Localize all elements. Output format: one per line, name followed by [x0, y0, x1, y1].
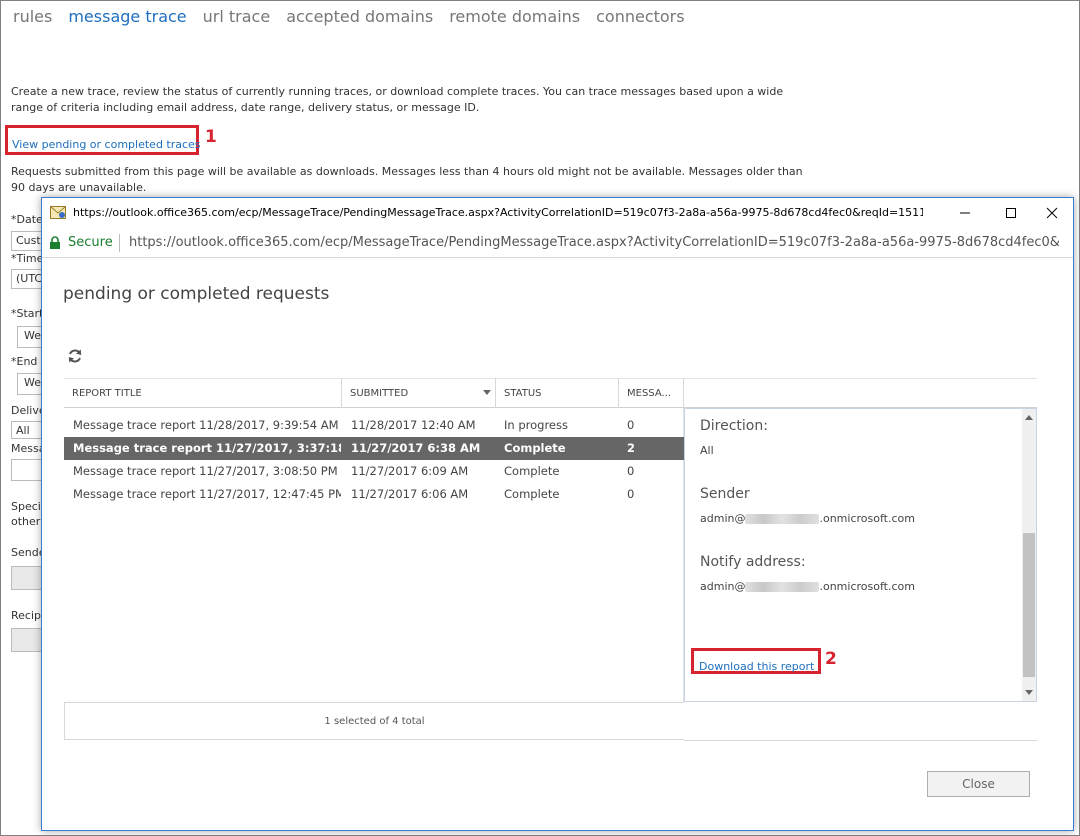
- address-bar[interactable]: Secure https://outlook.office365.com/ecp…: [42, 228, 1073, 258]
- recipient-input[interactable]: [11, 628, 45, 652]
- table-row[interactable]: Message trace report 11/27/2017, 3:08:50…: [64, 460, 684, 483]
- col-status[interactable]: STATUS: [496, 379, 619, 408]
- details-pane: Direction: All Sender admin@ .onmicrosoft…: [684, 408, 1037, 702]
- mail-icon: [50, 206, 66, 219]
- time-zone-select[interactable]: (UTC: [11, 269, 45, 289]
- row-title: Message trace report 11/27/2017, 3:08:50…: [73, 464, 338, 478]
- step-1-badge: 1: [205, 127, 217, 147]
- redacted-blur: [745, 514, 820, 524]
- notify-address-value: admin@ .onmicrosoft.com: [700, 580, 915, 593]
- message-id-input[interactable]: [11, 459, 45, 481]
- page-frame: rules message trace url trace accepted d…: [0, 0, 1080, 836]
- row-messages: 0: [627, 487, 635, 501]
- row-status: In progress: [504, 418, 568, 432]
- row-title: Message trace report 11/28/2017, 9:39:54…: [73, 418, 339, 432]
- col-submitted[interactable]: SUBMITTED: [342, 379, 496, 408]
- tab-rules[interactable]: rules: [13, 7, 52, 26]
- requests-note: Requests submitted from this page will b…: [11, 165, 803, 194]
- row-submitted: 11/27/2017 6:06 AM: [351, 487, 469, 501]
- page-description: Create a new trace, review the status of…: [11, 85, 784, 114]
- download-callout: Download this report: [691, 648, 821, 674]
- sort-arrow-icon: [483, 390, 491, 395]
- table-row-selected[interactable]: Message trace report 11/27/2017, 3:37:18…: [64, 437, 684, 460]
- selection-footer: 1 selected of 4 total: [64, 702, 684, 740]
- window-close-button[interactable]: [1029, 198, 1075, 228]
- delivery-status-label: Delive: [11, 404, 41, 417]
- direction-value: All: [700, 444, 714, 457]
- notify-suffix: .onmicrosoft.com: [819, 580, 915, 593]
- view-pending-traces-link[interactable]: View pending or completed traces: [12, 138, 201, 151]
- scroll-up-icon[interactable]: [1025, 415, 1033, 420]
- row-submitted: 11/28/2017 12:40 AM: [351, 418, 476, 432]
- top-nav: rules message trace url trace accepted d…: [13, 7, 685, 26]
- address-url[interactable]: https://outlook.office365.com/ecp/Messag…: [129, 235, 1059, 250]
- time-zone-label: *Time: [11, 252, 41, 265]
- view-traces-callout: View pending or completed traces: [5, 125, 201, 155]
- other-label: other: [11, 515, 41, 528]
- lock-icon: [50, 236, 60, 249]
- start-date-label: *Start: [11, 307, 41, 320]
- sender-label: Sender: [700, 486, 750, 502]
- row-status: Complete: [504, 487, 560, 501]
- tab-url-trace[interactable]: url trace: [203, 7, 271, 26]
- row-status: Complete: [504, 464, 560, 478]
- delivery-status-select[interactable]: All: [11, 421, 45, 439]
- row-title: Message trace report 11/27/2017, 12:47:4…: [73, 487, 341, 501]
- message-id-label: Messa: [11, 442, 41, 455]
- footer-divider: [684, 740, 1037, 741]
- tab-accepted-domains[interactable]: accepted domains: [286, 7, 433, 26]
- row-submitted: 11/27/2017 6:09 AM: [351, 464, 469, 478]
- col-report-title[interactable]: REPORT TITLE: [64, 379, 342, 408]
- table-row[interactable]: Message trace report 11/27/2017, 12:47:4…: [64, 483, 684, 506]
- details-scrollbar[interactable]: [1022, 409, 1036, 701]
- sender-prefix: admin@: [700, 512, 746, 525]
- direction-label: Direction:: [700, 418, 768, 434]
- minimize-button[interactable]: [942, 198, 988, 228]
- trace-list: Message trace report 11/28/2017, 9:39:54…: [64, 414, 684, 506]
- address-separator: [119, 234, 120, 252]
- date-range-label: *Date: [11, 213, 41, 226]
- secure-label: Secure: [68, 235, 113, 250]
- notify-prefix: admin@: [700, 580, 746, 593]
- row-title: Message trace report 11/27/2017, 3:37:18…: [73, 441, 341, 455]
- row-messages: 2: [627, 441, 636, 455]
- col-submitted-label: SUBMITTED: [350, 388, 409, 399]
- tab-message-trace[interactable]: message trace: [68, 7, 186, 26]
- col-messages[interactable]: MESSA...: [619, 379, 684, 408]
- close-button[interactable]: Close: [927, 771, 1030, 797]
- row-submitted: 11/27/2017 6:38 AM: [351, 441, 481, 455]
- table-header: REPORT TITLE SUBMITTED STATUS MESSA...: [64, 378, 1037, 408]
- scroll-thumb[interactable]: [1023, 533, 1035, 677]
- notify-address-label: Notify address:: [700, 554, 806, 570]
- sender-suffix: .onmicrosoft.com: [819, 512, 915, 525]
- sender-value: admin@ .onmicrosoft.com: [700, 512, 915, 525]
- row-messages: 0: [627, 464, 635, 478]
- window-titlebar[interactable]: https://outlook.office365.com/ecp/Messag…: [42, 198, 1073, 228]
- redacted-blur: [745, 582, 820, 592]
- tab-connectors[interactable]: connectors: [596, 7, 684, 26]
- window-title: https://outlook.office365.com/ecp/Messag…: [73, 206, 923, 219]
- download-report-link[interactable]: Download this report: [699, 660, 814, 673]
- date-range-select[interactable]: Custo: [11, 231, 45, 251]
- maximize-icon: [1006, 208, 1016, 218]
- step-2-badge: 2: [825, 649, 837, 669]
- refresh-icon[interactable]: [67, 348, 83, 364]
- end-date-label: *End d: [11, 355, 41, 368]
- minimize-icon: [960, 212, 970, 214]
- sender-input[interactable]: [11, 566, 45, 590]
- specify-label: Specif: [11, 500, 41, 513]
- scroll-down-icon[interactable]: [1025, 690, 1033, 695]
- tab-remote-domains[interactable]: remote domains: [449, 7, 580, 26]
- maximize-button[interactable]: [988, 198, 1034, 228]
- row-messages: 0: [627, 418, 635, 432]
- sender-label: Sende: [11, 546, 41, 559]
- table-row[interactable]: Message trace report 11/28/2017, 9:39:54…: [64, 414, 684, 437]
- close-icon: [1046, 207, 1058, 219]
- row-status: Complete: [504, 441, 566, 455]
- popup-heading: pending or completed requests: [63, 284, 330, 304]
- pending-traces-window: https://outlook.office365.com/ecp/Messag…: [41, 197, 1074, 831]
- recipient-label: Recip: [11, 609, 41, 622]
